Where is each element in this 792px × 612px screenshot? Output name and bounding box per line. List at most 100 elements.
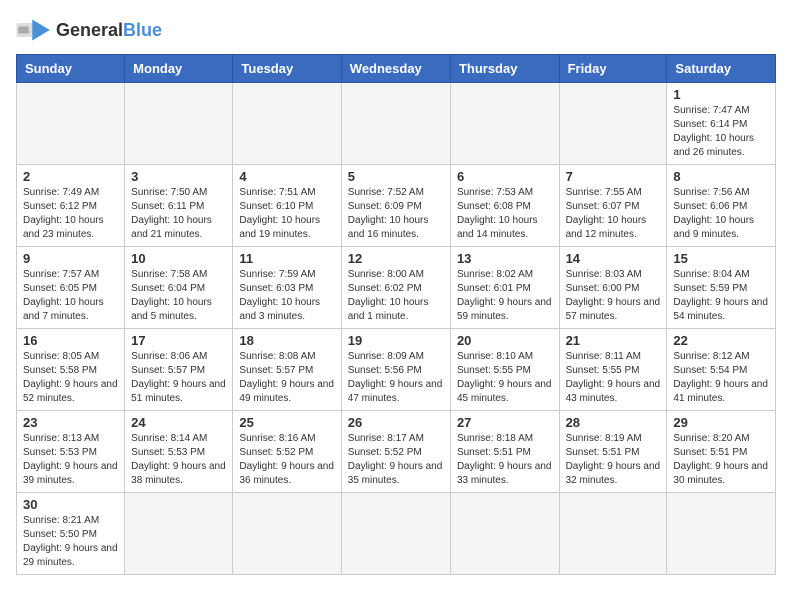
calendar-cell: 19 Sunrise: 8:09 AM Sunset: 5:56 PM Dayli… <box>341 329 450 411</box>
calendar-cell <box>450 83 559 165</box>
day-info: Sunrise: 8:08 AM Sunset: 5:57 PM Dayligh… <box>239 350 334 406</box>
day-info: Sunrise: 8:04 AM Sunset: 5:59 PM Dayligh… <box>673 268 769 324</box>
day-info: Sunrise: 8:17 AM Sunset: 5:52 PM Dayligh… <box>348 432 444 488</box>
logo: GeneralBlue <box>16 16 162 44</box>
calendar-cell <box>559 493 667 575</box>
day-info: Sunrise: 7:47 AM Sunset: 6:14 PM Dayligh… <box>673 104 769 160</box>
calendar-week-row: 23 Sunrise: 8:13 AM Sunset: 5:53 PM Dayli… <box>17 411 776 493</box>
day-info: Sunrise: 8:02 AM Sunset: 6:01 PM Dayligh… <box>457 268 553 324</box>
day-number: 26 <box>348 415 444 430</box>
day-info: Sunrise: 8:03 AM Sunset: 6:00 PM Dayligh… <box>566 268 661 324</box>
logo-icon <box>16 16 52 44</box>
day-info: Sunrise: 8:16 AM Sunset: 5:52 PM Dayligh… <box>239 432 334 488</box>
day-number: 1 <box>673 87 769 102</box>
day-info: Sunrise: 7:51 AM Sunset: 6:10 PM Dayligh… <box>239 186 334 242</box>
calendar-cell <box>450 493 559 575</box>
day-info: Sunrise: 7:50 AM Sunset: 6:11 PM Dayligh… <box>131 186 226 242</box>
day-number: 13 <box>457 251 553 266</box>
calendar-cell: 1 Sunrise: 7:47 AM Sunset: 6:14 PM Daylig… <box>667 83 776 165</box>
day-info: Sunrise: 8:09 AM Sunset: 5:56 PM Dayligh… <box>348 350 444 406</box>
logo-general: GeneralBlue <box>56 20 162 40</box>
day-number: 19 <box>348 333 444 348</box>
day-number: 9 <box>23 251 118 266</box>
day-info: Sunrise: 8:11 AM Sunset: 5:55 PM Dayligh… <box>566 350 661 406</box>
calendar-cell: 8 Sunrise: 7:56 AM Sunset: 6:06 PM Daylig… <box>667 165 776 247</box>
day-info: Sunrise: 8:10 AM Sunset: 5:55 PM Dayligh… <box>457 350 553 406</box>
calendar-cell: 21Sunrise: 8:11 AM Sunset: 5:55 PM Dayli… <box>559 329 667 411</box>
column-header-sunday: Sunday <box>17 55 125 83</box>
day-info: Sunrise: 8:13 AM Sunset: 5:53 PM Dayligh… <box>23 432 118 488</box>
day-number: 4 <box>239 169 334 184</box>
calendar-week-row: 2Sunrise: 7:49 AM Sunset: 6:12 PM Daylig… <box>17 165 776 247</box>
day-info: Sunrise: 7:49 AM Sunset: 6:12 PM Dayligh… <box>23 186 118 242</box>
day-number: 16 <box>23 333 118 348</box>
calendar-cell: 6 Sunrise: 7:53 AM Sunset: 6:08 PM Daylig… <box>450 165 559 247</box>
calendar-cell: 28 Sunrise: 8:19 AM Sunset: 5:51 PM Dayli… <box>559 411 667 493</box>
day-number: 6 <box>457 169 553 184</box>
calendar-header-row: SundayMondayTuesdayWednesdayThursdayFrid… <box>17 55 776 83</box>
day-number: 18 <box>239 333 334 348</box>
calendar-cell: 25 Sunrise: 8:16 AM Sunset: 5:52 PM Dayli… <box>233 411 341 493</box>
calendar-cell: 7Sunrise: 7:55 AM Sunset: 6:07 PM Daylig… <box>559 165 667 247</box>
day-number: 20 <box>457 333 553 348</box>
calendar-cell: 20 Sunrise: 8:10 AM Sunset: 5:55 PM Dayli… <box>450 329 559 411</box>
day-number: 7 <box>566 169 661 184</box>
calendar-cell <box>559 83 667 165</box>
logo-text: GeneralBlue <box>56 20 162 41</box>
day-number: 11 <box>239 251 334 266</box>
day-info: Sunrise: 7:53 AM Sunset: 6:08 PM Dayligh… <box>457 186 553 242</box>
calendar-table: SundayMondayTuesdayWednesdayThursdayFrid… <box>16 54 776 575</box>
day-info: Sunrise: 7:56 AM Sunset: 6:06 PM Dayligh… <box>673 186 769 242</box>
calendar-cell <box>341 83 450 165</box>
calendar-cell: 16 Sunrise: 8:05 AM Sunset: 5:58 PM Dayli… <box>17 329 125 411</box>
day-info: Sunrise: 7:59 AM Sunset: 6:03 PM Dayligh… <box>239 268 334 324</box>
day-info: Sunrise: 8:20 AM Sunset: 5:51 PM Dayligh… <box>673 432 769 488</box>
day-number: 28 <box>566 415 661 430</box>
day-number: 14 <box>566 251 661 266</box>
calendar-cell <box>17 83 125 165</box>
calendar-cell: 22 Sunrise: 8:12 AM Sunset: 5:54 PM Dayli… <box>667 329 776 411</box>
day-info: Sunrise: 8:18 AM Sunset: 5:51 PM Dayligh… <box>457 432 553 488</box>
calendar-cell: 17Sunrise: 8:06 AM Sunset: 5:57 PM Dayli… <box>125 329 233 411</box>
day-info: Sunrise: 7:58 AM Sunset: 6:04 PM Dayligh… <box>131 268 226 324</box>
day-info: Sunrise: 8:05 AM Sunset: 5:58 PM Dayligh… <box>23 350 118 406</box>
calendar-cell: 24Sunrise: 8:14 AM Sunset: 5:53 PM Dayli… <box>125 411 233 493</box>
calendar-cell: 3Sunrise: 7:50 AM Sunset: 6:11 PM Daylig… <box>125 165 233 247</box>
day-number: 25 <box>239 415 334 430</box>
column-header-wednesday: Wednesday <box>341 55 450 83</box>
day-info: Sunrise: 8:19 AM Sunset: 5:51 PM Dayligh… <box>566 432 661 488</box>
logo-blue: Blue <box>123 20 162 40</box>
day-number: 15 <box>673 251 769 266</box>
calendar-cell: 13 Sunrise: 8:02 AM Sunset: 6:01 PM Dayli… <box>450 247 559 329</box>
calendar-week-row: 1 Sunrise: 7:47 AM Sunset: 6:14 PM Daylig… <box>17 83 776 165</box>
day-number: 10 <box>131 251 226 266</box>
day-number: 12 <box>348 251 444 266</box>
calendar-cell: 12Sunrise: 8:00 AM Sunset: 6:02 PM Dayli… <box>341 247 450 329</box>
calendar-cell <box>125 493 233 575</box>
day-number: 23 <box>23 415 118 430</box>
calendar-cell <box>233 493 341 575</box>
column-header-friday: Friday <box>559 55 667 83</box>
calendar-cell <box>125 83 233 165</box>
day-number: 17 <box>131 333 226 348</box>
day-info: Sunrise: 7:57 AM Sunset: 6:05 PM Dayligh… <box>23 268 118 324</box>
calendar-cell: 27Sunrise: 8:18 AM Sunset: 5:51 PM Dayli… <box>450 411 559 493</box>
calendar-cell: 29 Sunrise: 8:20 AM Sunset: 5:51 PM Dayli… <box>667 411 776 493</box>
calendar-cell: 11 Sunrise: 7:59 AM Sunset: 6:03 PM Dayli… <box>233 247 341 329</box>
column-header-thursday: Thursday <box>450 55 559 83</box>
day-number: 22 <box>673 333 769 348</box>
day-number: 29 <box>673 415 769 430</box>
calendar-cell <box>233 83 341 165</box>
column-header-saturday: Saturday <box>667 55 776 83</box>
day-info: Sunrise: 7:52 AM Sunset: 6:09 PM Dayligh… <box>348 186 444 242</box>
calendar-cell: 23 Sunrise: 8:13 AM Sunset: 5:53 PM Dayli… <box>17 411 125 493</box>
calendar-cell: 26 Sunrise: 8:17 AM Sunset: 5:52 PM Dayli… <box>341 411 450 493</box>
day-info: Sunrise: 8:12 AM Sunset: 5:54 PM Dayligh… <box>673 350 769 406</box>
day-number: 8 <box>673 169 769 184</box>
calendar-cell: 18 Sunrise: 8:08 AM Sunset: 5:57 PM Dayli… <box>233 329 341 411</box>
calendar-cell: 30Sunrise: 8:21 AM Sunset: 5:50 PM Dayli… <box>17 493 125 575</box>
calendar-cell <box>341 493 450 575</box>
day-info: Sunrise: 8:21 AM Sunset: 5:50 PM Dayligh… <box>23 514 118 570</box>
calendar-cell: 10 Sunrise: 7:58 AM Sunset: 6:04 PM Dayli… <box>125 247 233 329</box>
calendar-cell <box>667 493 776 575</box>
